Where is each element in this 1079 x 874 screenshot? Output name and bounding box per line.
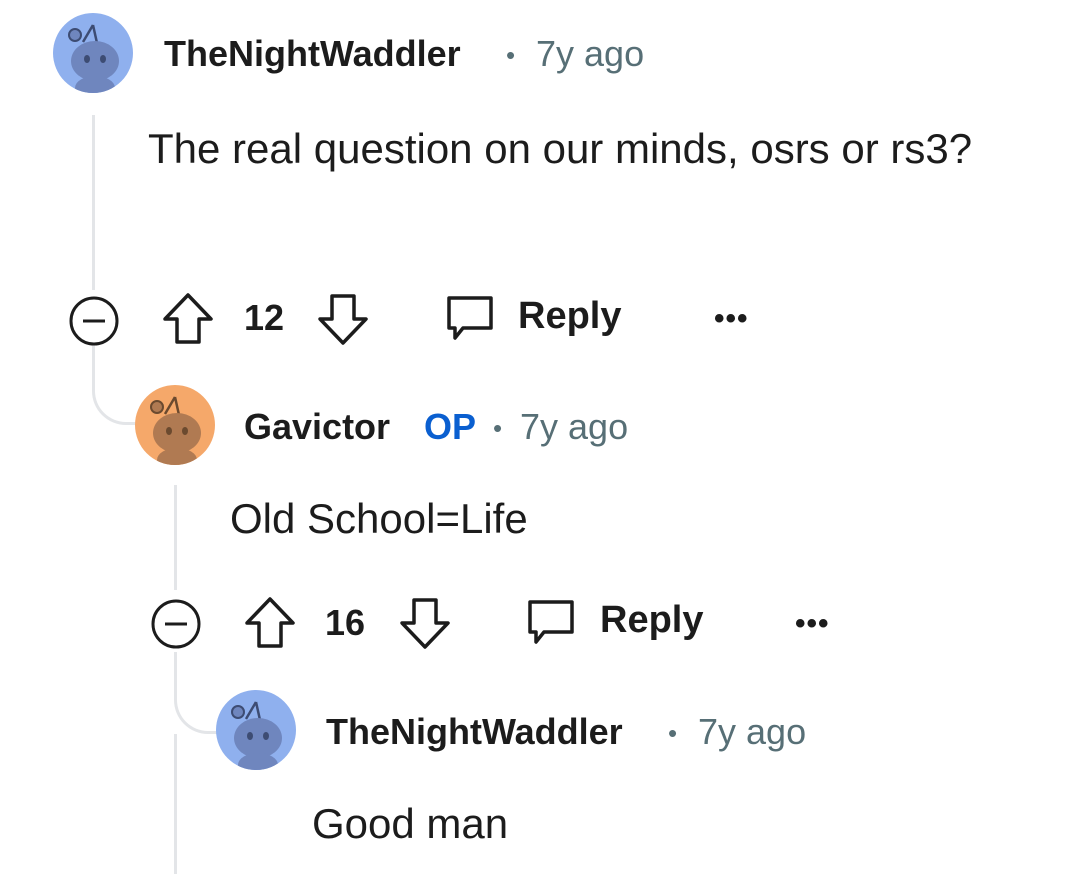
- thread-line: [174, 485, 177, 590]
- username[interactable]: Gavictor: [244, 406, 390, 448]
- arrow-down-icon: [400, 598, 450, 649]
- more-options-button[interactable]: •••: [795, 607, 830, 641]
- comment-timestamp[interactable]: 7y ago: [536, 33, 644, 75]
- downvote-button[interactable]: [397, 594, 453, 652]
- meta-separator: •: [668, 718, 678, 748]
- reply-button[interactable]: Reply: [524, 594, 714, 652]
- user-avatar[interactable]: [135, 385, 215, 465]
- op-badge: OP: [424, 406, 477, 447]
- username[interactable]: TheNightWaddler: [326, 711, 623, 753]
- minus-circle-icon: [69, 296, 119, 346]
- comment-body: Old School=Life: [230, 495, 528, 542]
- thread-line: [174, 734, 177, 874]
- collapse-button[interactable]: [150, 598, 202, 650]
- thread-connector: [174, 652, 222, 734]
- arrow-down-icon: [318, 294, 368, 345]
- meta-separator: •: [506, 40, 516, 70]
- downvote-button[interactable]: [315, 290, 371, 348]
- comment-timestamp[interactable]: 7y ago: [520, 406, 628, 448]
- comment-bubble-icon: [528, 600, 574, 644]
- upvote-button[interactable]: [160, 290, 216, 348]
- minus-circle-icon: [151, 599, 201, 649]
- arrow-up-icon: [245, 597, 295, 648]
- comment-body: Good man: [312, 800, 509, 847]
- reply-button[interactable]: Reply: [443, 290, 633, 348]
- upvote-button[interactable]: [242, 594, 298, 652]
- comment-body: The real question on our minds, osrs or …: [148, 125, 973, 172]
- vote-count: 12: [244, 297, 285, 338]
- snoo-avatar-icon: [231, 701, 282, 770]
- reply-label: Reply: [518, 295, 622, 337]
- snoo-avatar-icon: [68, 24, 119, 93]
- user-avatar[interactable]: [53, 13, 133, 93]
- collapse-button[interactable]: [68, 295, 120, 347]
- snoo-avatar-icon: [150, 396, 201, 465]
- comment-timestamp[interactable]: 7y ago: [698, 711, 806, 753]
- arrow-up-icon: [163, 293, 213, 344]
- comment-bubble-icon: [447, 296, 493, 340]
- thread-line: [92, 115, 95, 290]
- user-avatar[interactable]: [216, 690, 296, 770]
- reply-label: Reply: [600, 599, 704, 641]
- thread-connector: [92, 345, 140, 425]
- vote-count: 16: [325, 602, 366, 643]
- meta-separator: •: [493, 413, 503, 443]
- more-options-button[interactable]: •••: [714, 302, 749, 336]
- username[interactable]: TheNightWaddler: [164, 33, 461, 75]
